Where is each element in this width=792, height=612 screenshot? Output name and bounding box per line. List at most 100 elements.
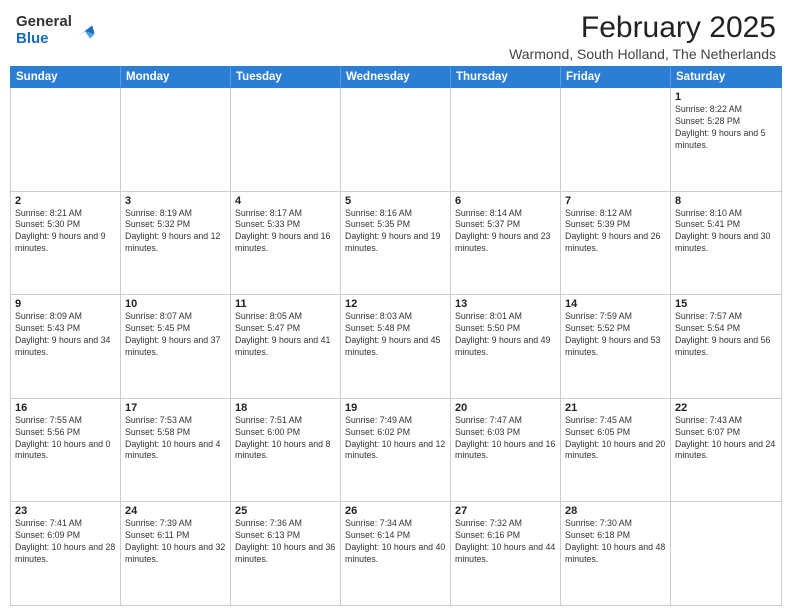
calendar-cell: 13Sunrise: 8:01 AM Sunset: 5:50 PM Dayli…	[451, 295, 561, 398]
day-number: 14	[565, 298, 666, 310]
calendar-cell	[11, 88, 121, 191]
day-info: Sunrise: 7:39 AM Sunset: 6:11 PM Dayligh…	[125, 518, 226, 566]
calendar-cell: 21Sunrise: 7:45 AM Sunset: 6:05 PM Dayli…	[561, 399, 671, 502]
calendar-cell: 9Sunrise: 8:09 AM Sunset: 5:43 PM Daylig…	[11, 295, 121, 398]
calendar-cell: 7Sunrise: 8:12 AM Sunset: 5:39 PM Daylig…	[561, 192, 671, 295]
day-number: 4	[235, 195, 336, 207]
page: General Blue February 2025 Warmond, Sout…	[0, 0, 792, 612]
day-number: 15	[675, 298, 777, 310]
calendar-cell: 25Sunrise: 7:36 AM Sunset: 6:13 PM Dayli…	[231, 502, 341, 605]
day-info: Sunrise: 7:55 AM Sunset: 5:56 PM Dayligh…	[15, 415, 116, 463]
day-info: Sunrise: 7:41 AM Sunset: 6:09 PM Dayligh…	[15, 518, 116, 566]
day-info: Sunrise: 8:19 AM Sunset: 5:32 PM Dayligh…	[125, 208, 226, 256]
day-number: 26	[345, 505, 446, 517]
day-info: Sunrise: 7:57 AM Sunset: 5:54 PM Dayligh…	[675, 311, 777, 359]
day-number: 11	[235, 298, 336, 310]
calendar-cell: 24Sunrise: 7:39 AM Sunset: 6:11 PM Dayli…	[121, 502, 231, 605]
calendar-row: 2Sunrise: 8:21 AM Sunset: 5:30 PM Daylig…	[11, 192, 781, 296]
day-info: Sunrise: 8:05 AM Sunset: 5:47 PM Dayligh…	[235, 311, 336, 359]
day-info: Sunrise: 8:09 AM Sunset: 5:43 PM Dayligh…	[15, 311, 116, 359]
day-number: 19	[345, 402, 446, 414]
day-info: Sunrise: 8:03 AM Sunset: 5:48 PM Dayligh…	[345, 311, 446, 359]
day-number: 23	[15, 505, 116, 517]
day-info: Sunrise: 8:17 AM Sunset: 5:33 PM Dayligh…	[235, 208, 336, 256]
day-info: Sunrise: 7:47 AM Sunset: 6:03 PM Dayligh…	[455, 415, 556, 463]
day-info: Sunrise: 7:53 AM Sunset: 5:58 PM Dayligh…	[125, 415, 226, 463]
calendar-cell: 26Sunrise: 7:34 AM Sunset: 6:14 PM Dayli…	[341, 502, 451, 605]
calendar-row: 16Sunrise: 7:55 AM Sunset: 5:56 PM Dayli…	[11, 399, 781, 503]
day-info: Sunrise: 8:01 AM Sunset: 5:50 PM Dayligh…	[455, 311, 556, 359]
header: General Blue February 2025 Warmond, Sout…	[0, 0, 792, 66]
calendar-cell: 12Sunrise: 8:03 AM Sunset: 5:48 PM Dayli…	[341, 295, 451, 398]
calendar-cell: 2Sunrise: 8:21 AM Sunset: 5:30 PM Daylig…	[11, 192, 121, 295]
day-info: Sunrise: 7:34 AM Sunset: 6:14 PM Dayligh…	[345, 518, 446, 566]
day-info: Sunrise: 7:59 AM Sunset: 5:52 PM Dayligh…	[565, 311, 666, 359]
calendar-row: 23Sunrise: 7:41 AM Sunset: 6:09 PM Dayli…	[11, 502, 781, 605]
calendar: SundayMondayTuesdayWednesdayThursdayFrid…	[0, 66, 792, 612]
day-info: Sunrise: 8:16 AM Sunset: 5:35 PM Dayligh…	[345, 208, 446, 256]
logo-text: General Blue	[16, 14, 72, 47]
day-number: 2	[15, 195, 116, 207]
weekday-header: Saturday	[671, 67, 781, 87]
calendar-cell: 3Sunrise: 8:19 AM Sunset: 5:32 PM Daylig…	[121, 192, 231, 295]
calendar-header: SundayMondayTuesdayWednesdayThursdayFrid…	[10, 66, 782, 88]
calendar-cell: 5Sunrise: 8:16 AM Sunset: 5:35 PM Daylig…	[341, 192, 451, 295]
calendar-cell	[671, 502, 781, 605]
day-number: 12	[345, 298, 446, 310]
logo-general: General	[16, 14, 72, 31]
day-number: 13	[455, 298, 556, 310]
day-number: 22	[675, 402, 777, 414]
day-info: Sunrise: 7:36 AM Sunset: 6:13 PM Dayligh…	[235, 518, 336, 566]
calendar-cell	[121, 88, 231, 191]
title-block: February 2025 Warmond, South Holland, Th…	[509, 10, 776, 62]
calendar-cell: 17Sunrise: 7:53 AM Sunset: 5:58 PM Dayli…	[121, 399, 231, 502]
day-number: 9	[15, 298, 116, 310]
calendar-cell: 18Sunrise: 7:51 AM Sunset: 6:00 PM Dayli…	[231, 399, 341, 502]
day-number: 24	[125, 505, 226, 517]
day-number: 25	[235, 505, 336, 517]
weekday-header: Tuesday	[231, 67, 341, 87]
day-number: 28	[565, 505, 666, 517]
day-number: 6	[455, 195, 556, 207]
weekday-header: Wednesday	[341, 67, 451, 87]
logo: General Blue	[16, 14, 96, 47]
day-number: 20	[455, 402, 556, 414]
day-info: Sunrise: 8:12 AM Sunset: 5:39 PM Dayligh…	[565, 208, 666, 256]
calendar-cell	[561, 88, 671, 191]
day-number: 17	[125, 402, 226, 414]
calendar-cell	[451, 88, 561, 191]
logo-icon	[74, 18, 96, 40]
month-title: February 2025	[509, 10, 776, 46]
day-number: 5	[345, 195, 446, 207]
calendar-row: 1Sunrise: 8:22 AM Sunset: 5:28 PM Daylig…	[11, 88, 781, 192]
day-info: Sunrise: 7:51 AM Sunset: 6:00 PM Dayligh…	[235, 415, 336, 463]
calendar-cell: 8Sunrise: 8:10 AM Sunset: 5:41 PM Daylig…	[671, 192, 781, 295]
calendar-cell: 11Sunrise: 8:05 AM Sunset: 5:47 PM Dayli…	[231, 295, 341, 398]
calendar-cell: 14Sunrise: 7:59 AM Sunset: 5:52 PM Dayli…	[561, 295, 671, 398]
day-info: Sunrise: 7:32 AM Sunset: 6:16 PM Dayligh…	[455, 518, 556, 566]
calendar-cell: 27Sunrise: 7:32 AM Sunset: 6:16 PM Dayli…	[451, 502, 561, 605]
calendar-cell	[231, 88, 341, 191]
weekday-header: Monday	[121, 67, 231, 87]
calendar-row: 9Sunrise: 8:09 AM Sunset: 5:43 PM Daylig…	[11, 295, 781, 399]
weekday-header: Sunday	[11, 67, 121, 87]
calendar-cell: 4Sunrise: 8:17 AM Sunset: 5:33 PM Daylig…	[231, 192, 341, 295]
calendar-cell	[341, 88, 451, 191]
location: Warmond, South Holland, The Netherlands	[509, 46, 776, 62]
day-number: 1	[675, 91, 777, 103]
day-info: Sunrise: 8:22 AM Sunset: 5:28 PM Dayligh…	[675, 104, 777, 152]
day-number: 21	[565, 402, 666, 414]
day-info: Sunrise: 8:07 AM Sunset: 5:45 PM Dayligh…	[125, 311, 226, 359]
day-number: 10	[125, 298, 226, 310]
calendar-cell: 22Sunrise: 7:43 AM Sunset: 6:07 PM Dayli…	[671, 399, 781, 502]
day-number: 7	[565, 195, 666, 207]
day-info: Sunrise: 7:45 AM Sunset: 6:05 PM Dayligh…	[565, 415, 666, 463]
logo-blue: Blue	[16, 31, 72, 48]
day-info: Sunrise: 7:43 AM Sunset: 6:07 PM Dayligh…	[675, 415, 777, 463]
day-number: 18	[235, 402, 336, 414]
day-info: Sunrise: 8:14 AM Sunset: 5:37 PM Dayligh…	[455, 208, 556, 256]
day-number: 16	[15, 402, 116, 414]
calendar-cell: 28Sunrise: 7:30 AM Sunset: 6:18 PM Dayli…	[561, 502, 671, 605]
calendar-cell: 10Sunrise: 8:07 AM Sunset: 5:45 PM Dayli…	[121, 295, 231, 398]
day-info: Sunrise: 8:10 AM Sunset: 5:41 PM Dayligh…	[675, 208, 777, 256]
